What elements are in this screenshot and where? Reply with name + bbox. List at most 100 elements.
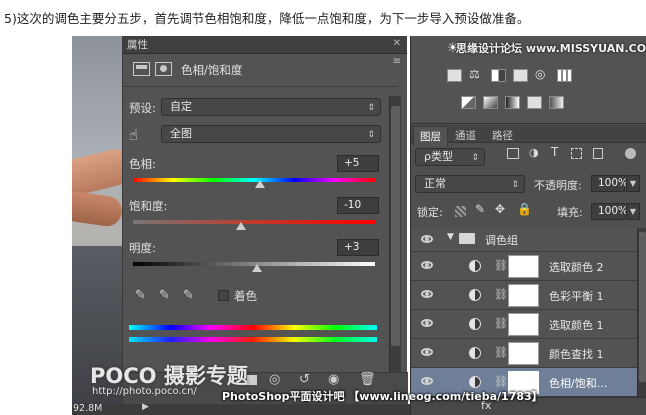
channel-mixer-icon[interactable]: ◎ [535, 67, 545, 81]
adjustment-name: 色相/饱和度 [181, 63, 243, 77]
adjustment-layer-icon [469, 318, 481, 330]
opacity-value-field[interactable]: 100% [591, 175, 628, 192]
panel-menu-icon[interactable]: ≡ [393, 56, 401, 67]
reset-icon[interactable]: ↺ [299, 372, 310, 387]
eyedropper-icon[interactable]: ✎ [135, 288, 146, 303]
group-name: 调色组 [485, 234, 518, 247]
tab-channels[interactable]: 通道 [449, 126, 482, 145]
saturation-label: 饱和度: [129, 199, 168, 213]
canvas-photo [72, 36, 122, 404]
properties-scrollbar[interactable] [389, 96, 401, 386]
layer-mask-thumbnail[interactable] [508, 284, 539, 307]
expand-triangle-icon[interactable]: ▼ [447, 232, 454, 242]
layer-row[interactable]: ⛓ 选取颜色 1 [411, 310, 637, 339]
filter-toggle-icon[interactable] [625, 148, 636, 159]
opacity-chevron-icon[interactable]: ▼ [626, 175, 640, 192]
channel-dropdown[interactable]: 全图 ⇕ [161, 125, 381, 143]
eye-icon[interactable] [421, 348, 433, 356]
filter-pixel-icon[interactable] [507, 148, 519, 159]
hue-slider-track[interactable] [133, 178, 375, 182]
color-lookup-icon[interactable] [557, 69, 572, 82]
layer-row[interactable]: ⛓ 颜色查找 1 [411, 339, 637, 368]
layer-group-row[interactable]: ▼ 调色组 [411, 228, 637, 252]
opacity-label: 不透明度: [534, 179, 582, 192]
clip-to-layer-icon[interactable] [247, 375, 257, 385]
hue-slider-knob[interactable] [255, 180, 265, 188]
invert-icon[interactable] [461, 96, 476, 109]
layer-mask-thumbnail[interactable] [508, 255, 539, 278]
selective-color-icon[interactable] [527, 96, 542, 109]
colorize-label: 着色 [234, 289, 257, 303]
layer-filter-dropdown[interactable]: ρ类型 ⇕ [415, 148, 485, 166]
filter-type-icon[interactable]: T [551, 145, 558, 159]
lightness-slider-knob[interactable] [252, 264, 262, 272]
eye-icon[interactable] [421, 235, 433, 243]
layer-name: 颜色查找 1 [549, 348, 604, 361]
threshold-icon[interactable] [505, 96, 520, 109]
preset-dropdown[interactable]: 自定 ⇕ [161, 98, 381, 116]
watermark-bottom: PhotoShop平面设计吧 【www.lineog.com/tieba/178… [222, 390, 543, 403]
blend-mode-dropdown[interactable]: 正常 ⇕ [415, 175, 525, 193]
saturation-slider-track[interactable] [133, 220, 375, 224]
chevron-updown-icon: ⇕ [367, 103, 375, 113]
layer-row[interactable]: ⛓ 选取颜色 2 [411, 252, 637, 281]
status-arrow-icon[interactable]: ▶ [142, 402, 149, 412]
filter-label: ρ类型 [424, 150, 453, 163]
properties-title: 属性 [127, 39, 148, 51]
mask-icon[interactable] [155, 62, 172, 76]
eye-icon[interactable] [421, 261, 433, 269]
trash-icon[interactable]: 🗑 [359, 372, 376, 387]
targeted-adjustment-hand-icon[interactable]: ☝ [129, 126, 138, 144]
adjustment-layer-icon [469, 376, 481, 388]
filter-adjustment-icon[interactable]: ◑ [529, 146, 539, 159]
eye-icon[interactable] [421, 319, 433, 327]
layer-name: 选取颜色 2 [549, 261, 604, 274]
eye-icon[interactable] [421, 290, 433, 298]
eye-icon[interactable] [421, 377, 433, 385]
toggle-visibility-icon[interactable]: ◉ [328, 372, 339, 387]
right-panel-dock: ☀ ⚖ ◎ 图层 通道 路径 ρ类型 ⇕ ◑ T 正常 ⇕ 不透明度: 100%… [410, 36, 646, 415]
hue-label: 色相: [129, 157, 156, 171]
fill-chevron-icon[interactable]: ▼ [626, 203, 640, 220]
blend-mode-value: 正常 [424, 177, 446, 190]
lock-transparent-icon[interactable] [455, 206, 466, 217]
watermark-poco-url: http://photo.poco.cn/ [92, 386, 197, 397]
layer-mask-thumbnail[interactable] [508, 342, 539, 365]
layer-row[interactable]: ⛓ 色彩平衡 1 [411, 281, 637, 310]
lock-all-icon[interactable]: 🔒 [517, 202, 532, 216]
adjustment-layer-icon [469, 347, 481, 359]
tab-layers[interactable]: 图层 [413, 126, 448, 146]
close-icon[interactable]: ✕ [393, 38, 401, 49]
input-color-bar [129, 325, 377, 330]
posterize-icon[interactable] [483, 96, 498, 109]
saturation-slider-knob[interactable] [236, 222, 246, 230]
gradient-map-icon[interactable] [549, 96, 564, 109]
photo-filter-icon[interactable] [513, 69, 528, 82]
folder-icon [459, 233, 475, 244]
filter-smart-object-icon[interactable] [593, 148, 603, 159]
hue-value-field[interactable]: +5 [337, 155, 379, 172]
doc-size: 92.8M [73, 403, 103, 414]
eyedropper-plus-icon[interactable]: ✎ [159, 288, 170, 303]
colorize-checkbox[interactable] [218, 290, 229, 301]
lightness-label: 明度: [129, 241, 156, 255]
link-icon: ⛓ [494, 346, 508, 359]
watermark-missyuan: 思缘设计论坛 www.MISSYUAN.COM [456, 42, 646, 55]
lock-position-icon[interactable]: ✥ [495, 202, 505, 216]
saturation-value-field[interactable]: -10 [337, 197, 379, 214]
preset-value: 自定 [170, 100, 192, 113]
tab-paths[interactable]: 路径 [486, 126, 519, 145]
view-previous-icon[interactable]: ◎ [269, 372, 280, 387]
eyedropper-minus-icon[interactable]: ✎ [183, 288, 194, 303]
lock-pixels-icon[interactable]: ✎ [475, 202, 485, 216]
levels-icon[interactable] [447, 69, 462, 82]
fill-value-field[interactable]: 100% [591, 203, 628, 220]
balance-icon[interactable]: ⚖ [469, 67, 480, 81]
channel-value: 全图 [170, 127, 192, 140]
layers-scrollbar[interactable] [637, 228, 646, 415]
layer-mask-thumbnail[interactable] [508, 313, 539, 336]
lightness-value-field[interactable]: +3 [337, 239, 379, 256]
black-white-icon[interactable] [491, 69, 506, 82]
filter-shape-icon[interactable] [571, 148, 582, 159]
layer-name: 色彩平衡 1 [549, 290, 604, 303]
